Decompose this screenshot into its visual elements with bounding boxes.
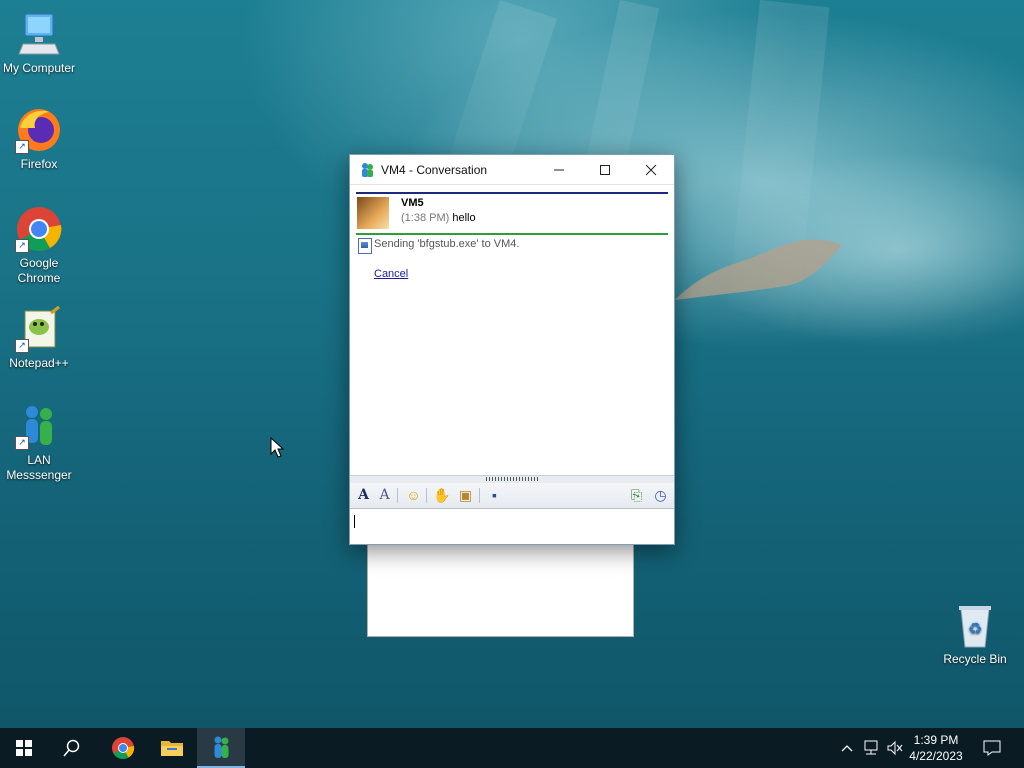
svg-text:♻: ♻ — [968, 619, 982, 638]
save-icon[interactable]: ▪ — [486, 487, 503, 504]
title-bar[interactable]: VM4 - Conversation — [350, 155, 674, 185]
shortcut-arrow-icon: ↗ — [15, 140, 29, 154]
close-button[interactable] — [628, 155, 674, 184]
file-explorer-icon — [161, 741, 183, 756]
notepadpp-icon: ↗ — [15, 305, 63, 353]
desktop-icon-notepadpp[interactable]: ↗ Notepad++ — [0, 305, 79, 371]
avatar — [357, 197, 389, 229]
sender-name: VM5 — [401, 197, 424, 209]
desktop-icon-recycle-bin[interactable]: ♻ Recycle Bin — [935, 601, 1015, 667]
desktop-icon-label: Firefox — [20, 157, 58, 171]
maximize-icon — [600, 164, 610, 175]
chrome-icon — [112, 737, 135, 759]
text-caret — [354, 515, 355, 528]
start-icon — [16, 740, 32, 756]
network-tray[interactable] — [860, 728, 882, 768]
send-file-icon[interactable]: ⎘ — [628, 487, 645, 504]
message-input[interactable] — [350, 509, 674, 544]
lan-messenger-icon — [214, 736, 229, 758]
divider — [356, 192, 668, 194]
message-line: (1:38 PM) hello — [401, 212, 476, 224]
message-time: (1:38 PM) — [401, 212, 450, 224]
taskbar: 1:39 PM 4/22/2023 — [0, 728, 1024, 768]
file-transfer-icon — [358, 238, 372, 254]
wallpaper-mermaid-tail — [675, 239, 842, 300]
font-icon[interactable]: A — [355, 487, 372, 504]
background-window[interactable] — [367, 543, 634, 637]
taskbar-lan-messenger[interactable] — [197, 728, 245, 768]
desktop-icon-my-computer[interactable]: My Computer — [0, 10, 79, 76]
start-button[interactable] — [0, 728, 48, 768]
conversation-window[interactable]: VM4 - Conversation VM5 (1:38 PM) hello S… — [349, 154, 675, 545]
divider — [356, 233, 668, 235]
pane-splitter[interactable] — [350, 475, 674, 483]
notifications-button[interactable] — [978, 728, 1006, 768]
message-toolbar: A A ☺ ✋ ▣ ▪ ⎘ ◷ — [350, 483, 674, 509]
mouse-cursor-icon — [270, 437, 284, 458]
contact-icon[interactable]: ▣ — [457, 487, 474, 504]
chrome-icon: ↗ — [15, 205, 63, 253]
toolbar-separator — [479, 488, 480, 503]
recycle-bin-icon: ♻ — [951, 601, 999, 649]
desktop-icon-google-chrome[interactable]: ↗ Google Chrome — [0, 205, 79, 286]
lan-messenger-icon — [362, 162, 373, 177]
network-icon — [864, 740, 878, 755]
taskbar-chrome[interactable] — [99, 728, 147, 768]
clock-time: 1:39 PM — [913, 733, 959, 747]
message-history[interactable]: VM5 (1:38 PM) hello Sending 'bfgstub.exe… — [350, 185, 674, 475]
shortcut-arrow-icon: ↗ — [15, 436, 29, 450]
splitter-grip[interactable] — [486, 477, 538, 481]
maximize-button[interactable] — [582, 155, 628, 184]
shortcut-arrow-icon: ↗ — [15, 239, 29, 253]
notification-icon — [983, 740, 1001, 756]
search-button[interactable] — [48, 728, 96, 768]
desktop-icon-label: My Computer — [2, 61, 76, 75]
history-icon[interactable]: ◷ — [652, 487, 669, 504]
toolbar-separator — [397, 488, 398, 503]
font-style-icon[interactable]: A — [376, 487, 393, 504]
window-title: VM4 - Conversation — [381, 162, 488, 177]
clock-date: 4/22/2023 — [909, 749, 963, 763]
shortcut-arrow-icon: ↗ — [15, 339, 29, 353]
nudge-icon[interactable]: ✋ — [433, 487, 450, 504]
firefox-icon: ↗ — [15, 106, 63, 154]
toolbar-separator — [426, 488, 427, 503]
desktop-icon-lan-messenger[interactable]: ↗ LAN Messsenger — [0, 402, 79, 483]
emoticon-icon[interactable]: ☺ — [405, 487, 422, 504]
desktop-icon-label: Google Chrome — [17, 256, 61, 285]
message-text: hello — [452, 212, 476, 224]
cancel-transfer-link[interactable]: Cancel — [374, 268, 408, 280]
taskbar-clock[interactable]: 1:39 PM 4/22/2023 — [900, 732, 972, 764]
desktop-icon-firefox[interactable]: ↗ Firefox — [0, 106, 79, 172]
lan-messenger-icon: ↗ — [15, 402, 63, 450]
search-icon — [63, 739, 80, 757]
desktop-icon-label: LAN Messsenger — [6, 453, 72, 482]
minimize-button[interactable] — [536, 155, 582, 184]
desktop-icon-label: Recycle Bin — [943, 652, 1007, 666]
taskbar-file-explorer[interactable] — [148, 728, 196, 768]
computer-icon — [15, 10, 63, 58]
show-hidden-icons-button[interactable] — [838, 728, 856, 768]
desktop-icon-label: Notepad++ — [9, 356, 69, 370]
file-transfer-status: Sending 'bfgstub.exe' to VM4. — [374, 238, 520, 250]
minimize-icon — [554, 169, 564, 170]
close-icon — [645, 164, 657, 175]
chevron-up-icon — [841, 745, 853, 752]
